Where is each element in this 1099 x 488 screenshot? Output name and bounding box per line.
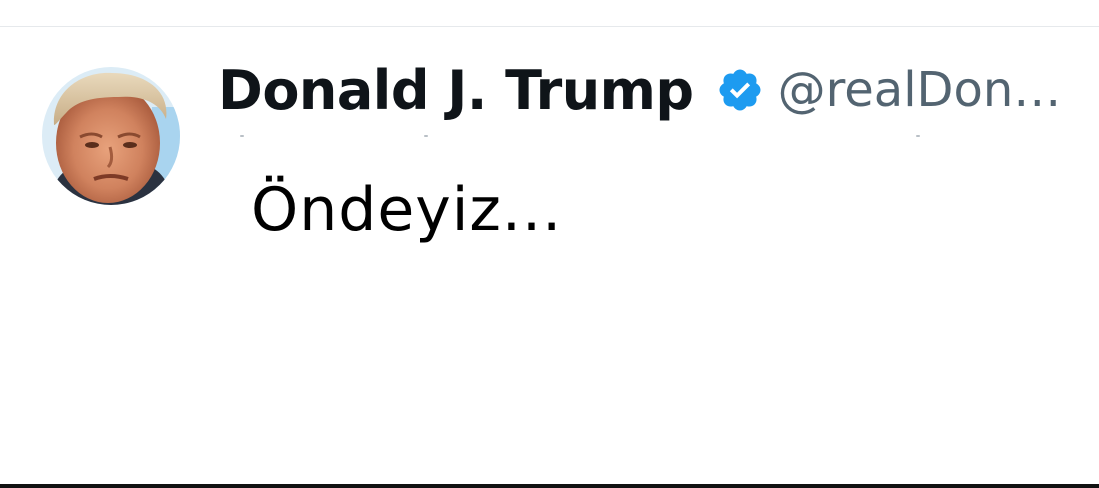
tweet-screenshot: Donald J. Trump @realDon… Öndeyiz... bbox=[0, 0, 1099, 488]
faint-separator bbox=[0, 135, 1099, 141]
verified-check-icon bbox=[716, 66, 764, 114]
tweet-text: Öndeyiz... bbox=[251, 175, 563, 245]
tweet-header: Donald J. Trump @realDon… bbox=[218, 55, 1061, 125]
tweet-card[interactable]: Donald J. Trump @realDon… Öndeyiz... bbox=[0, 27, 1099, 482]
author-display-name[interactable]: Donald J. Trump bbox=[218, 59, 694, 122]
author-handle[interactable]: @realDon… bbox=[778, 62, 1062, 118]
bottom-border bbox=[0, 484, 1099, 488]
